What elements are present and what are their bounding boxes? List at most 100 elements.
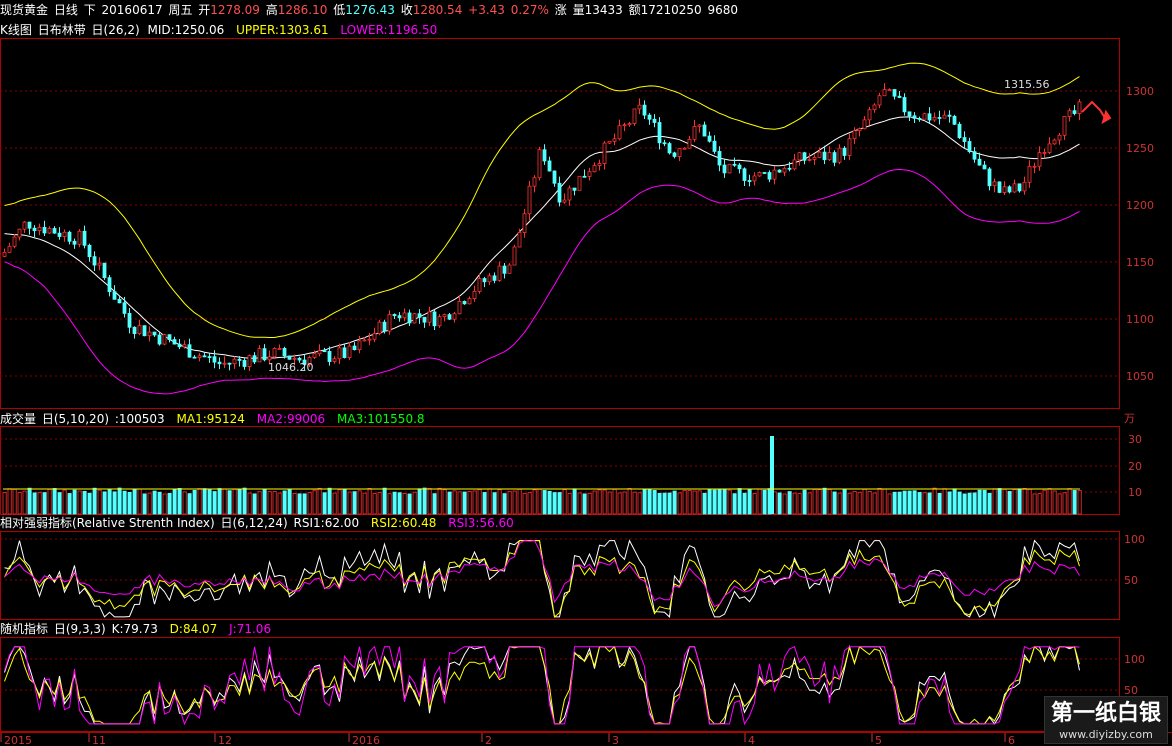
price-chart-canvas[interactable]: 1300125012001150110010503020101005010050… <box>0 0 1172 746</box>
candle-body <box>47 228 52 234</box>
candle-body <box>702 124 707 137</box>
volume-bar <box>852 491 857 515</box>
volume-bar <box>1027 488 1032 515</box>
volume-bar <box>557 492 562 515</box>
volume-bar <box>677 492 682 515</box>
candle-body <box>102 262 107 279</box>
volume-bar <box>142 493 147 515</box>
candle-body <box>857 128 862 132</box>
volume-bar <box>847 492 852 515</box>
volume-bar <box>272 491 277 515</box>
candle-body <box>567 187 572 201</box>
volume-bar <box>657 492 662 515</box>
candle-body <box>382 321 387 332</box>
candle-body <box>787 167 792 170</box>
candle-body <box>722 164 727 174</box>
candle-body <box>602 142 607 164</box>
volume-bar <box>312 489 317 515</box>
candle-body <box>42 227 47 234</box>
candle-body <box>92 256 97 266</box>
volume-bar <box>467 491 472 515</box>
candle-body <box>1057 134 1062 141</box>
volume-bar <box>907 490 912 515</box>
volume-bar <box>477 489 482 515</box>
volume-bar <box>932 487 937 515</box>
volume-bar <box>462 491 467 515</box>
volume-bar <box>862 488 867 515</box>
candle-body <box>1002 186 1007 193</box>
volume-bar <box>447 491 452 515</box>
candle-body <box>862 119 867 130</box>
volume-bar <box>807 492 812 515</box>
candle-body <box>342 347 347 358</box>
volume-bar <box>757 488 762 515</box>
volume-bar <box>987 492 992 515</box>
candle-body <box>772 169 777 180</box>
volume-bar <box>182 491 187 515</box>
candle-body <box>142 325 147 337</box>
boll-upper-line <box>4 62 1080 338</box>
candle-body <box>292 357 297 360</box>
volume-bar <box>702 492 707 515</box>
candle-body <box>492 275 497 281</box>
candle-body <box>1077 101 1082 114</box>
volume-bar <box>122 490 127 515</box>
candle-body <box>1047 143 1052 153</box>
candle-body <box>577 175 582 191</box>
candle-body <box>927 113 932 121</box>
volume-bar <box>642 488 647 515</box>
candle-body <box>27 221 32 229</box>
candle-body <box>237 358 242 361</box>
candle-body <box>317 350 322 355</box>
candle-body <box>1062 116 1067 136</box>
candle-body <box>177 343 182 348</box>
candle-body <box>852 130 857 140</box>
forecast-arrow-icon <box>1081 100 1112 125</box>
candle-body <box>7 245 12 253</box>
volume-bar <box>637 492 642 515</box>
volume-bar <box>922 492 927 515</box>
volume-bar <box>537 488 542 515</box>
candle-body <box>642 104 647 116</box>
volume-bar <box>812 489 817 515</box>
candle-body <box>367 338 372 341</box>
candle-body <box>657 122 662 144</box>
volume-bar <box>77 490 82 515</box>
volume-bar <box>492 492 497 515</box>
volume-bar <box>952 488 957 515</box>
candle-body <box>867 109 872 121</box>
candle-body <box>797 152 802 161</box>
volume-bar <box>977 489 982 515</box>
volume-bar <box>262 489 267 515</box>
volume-bar <box>797 493 802 515</box>
volume-bar <box>597 489 602 515</box>
volume-bar <box>337 489 342 515</box>
candle-body <box>1067 110 1072 117</box>
volume-bar <box>892 491 897 515</box>
volume-bar <box>1022 487 1027 515</box>
candle-body <box>837 147 842 163</box>
volume-bar <box>107 489 112 515</box>
x-axis-label: 6 <box>1008 734 1015 746</box>
candle-body <box>87 244 92 258</box>
site-watermark: 第一纸白银 www.diyizby.com <box>1043 696 1168 744</box>
candle-body <box>607 140 612 144</box>
candle-body <box>622 124 627 127</box>
volume-bar <box>1067 488 1072 515</box>
volume-bar <box>292 492 297 515</box>
candle-body <box>502 265 507 274</box>
candle-body <box>62 231 67 237</box>
rsi3-line <box>4 540 1080 608</box>
candle-body <box>107 277 112 293</box>
volume-bar <box>482 492 487 515</box>
candle-body <box>327 351 332 362</box>
candle-body <box>357 340 362 351</box>
volume-bar <box>362 492 367 515</box>
x-axis-label: 2015 <box>4 734 32 746</box>
candle-body <box>422 316 427 323</box>
candle-body <box>82 230 87 246</box>
candle-body <box>417 313 422 318</box>
candle-body <box>992 181 997 187</box>
candle-body <box>362 339 367 342</box>
volume-bar <box>12 488 17 515</box>
